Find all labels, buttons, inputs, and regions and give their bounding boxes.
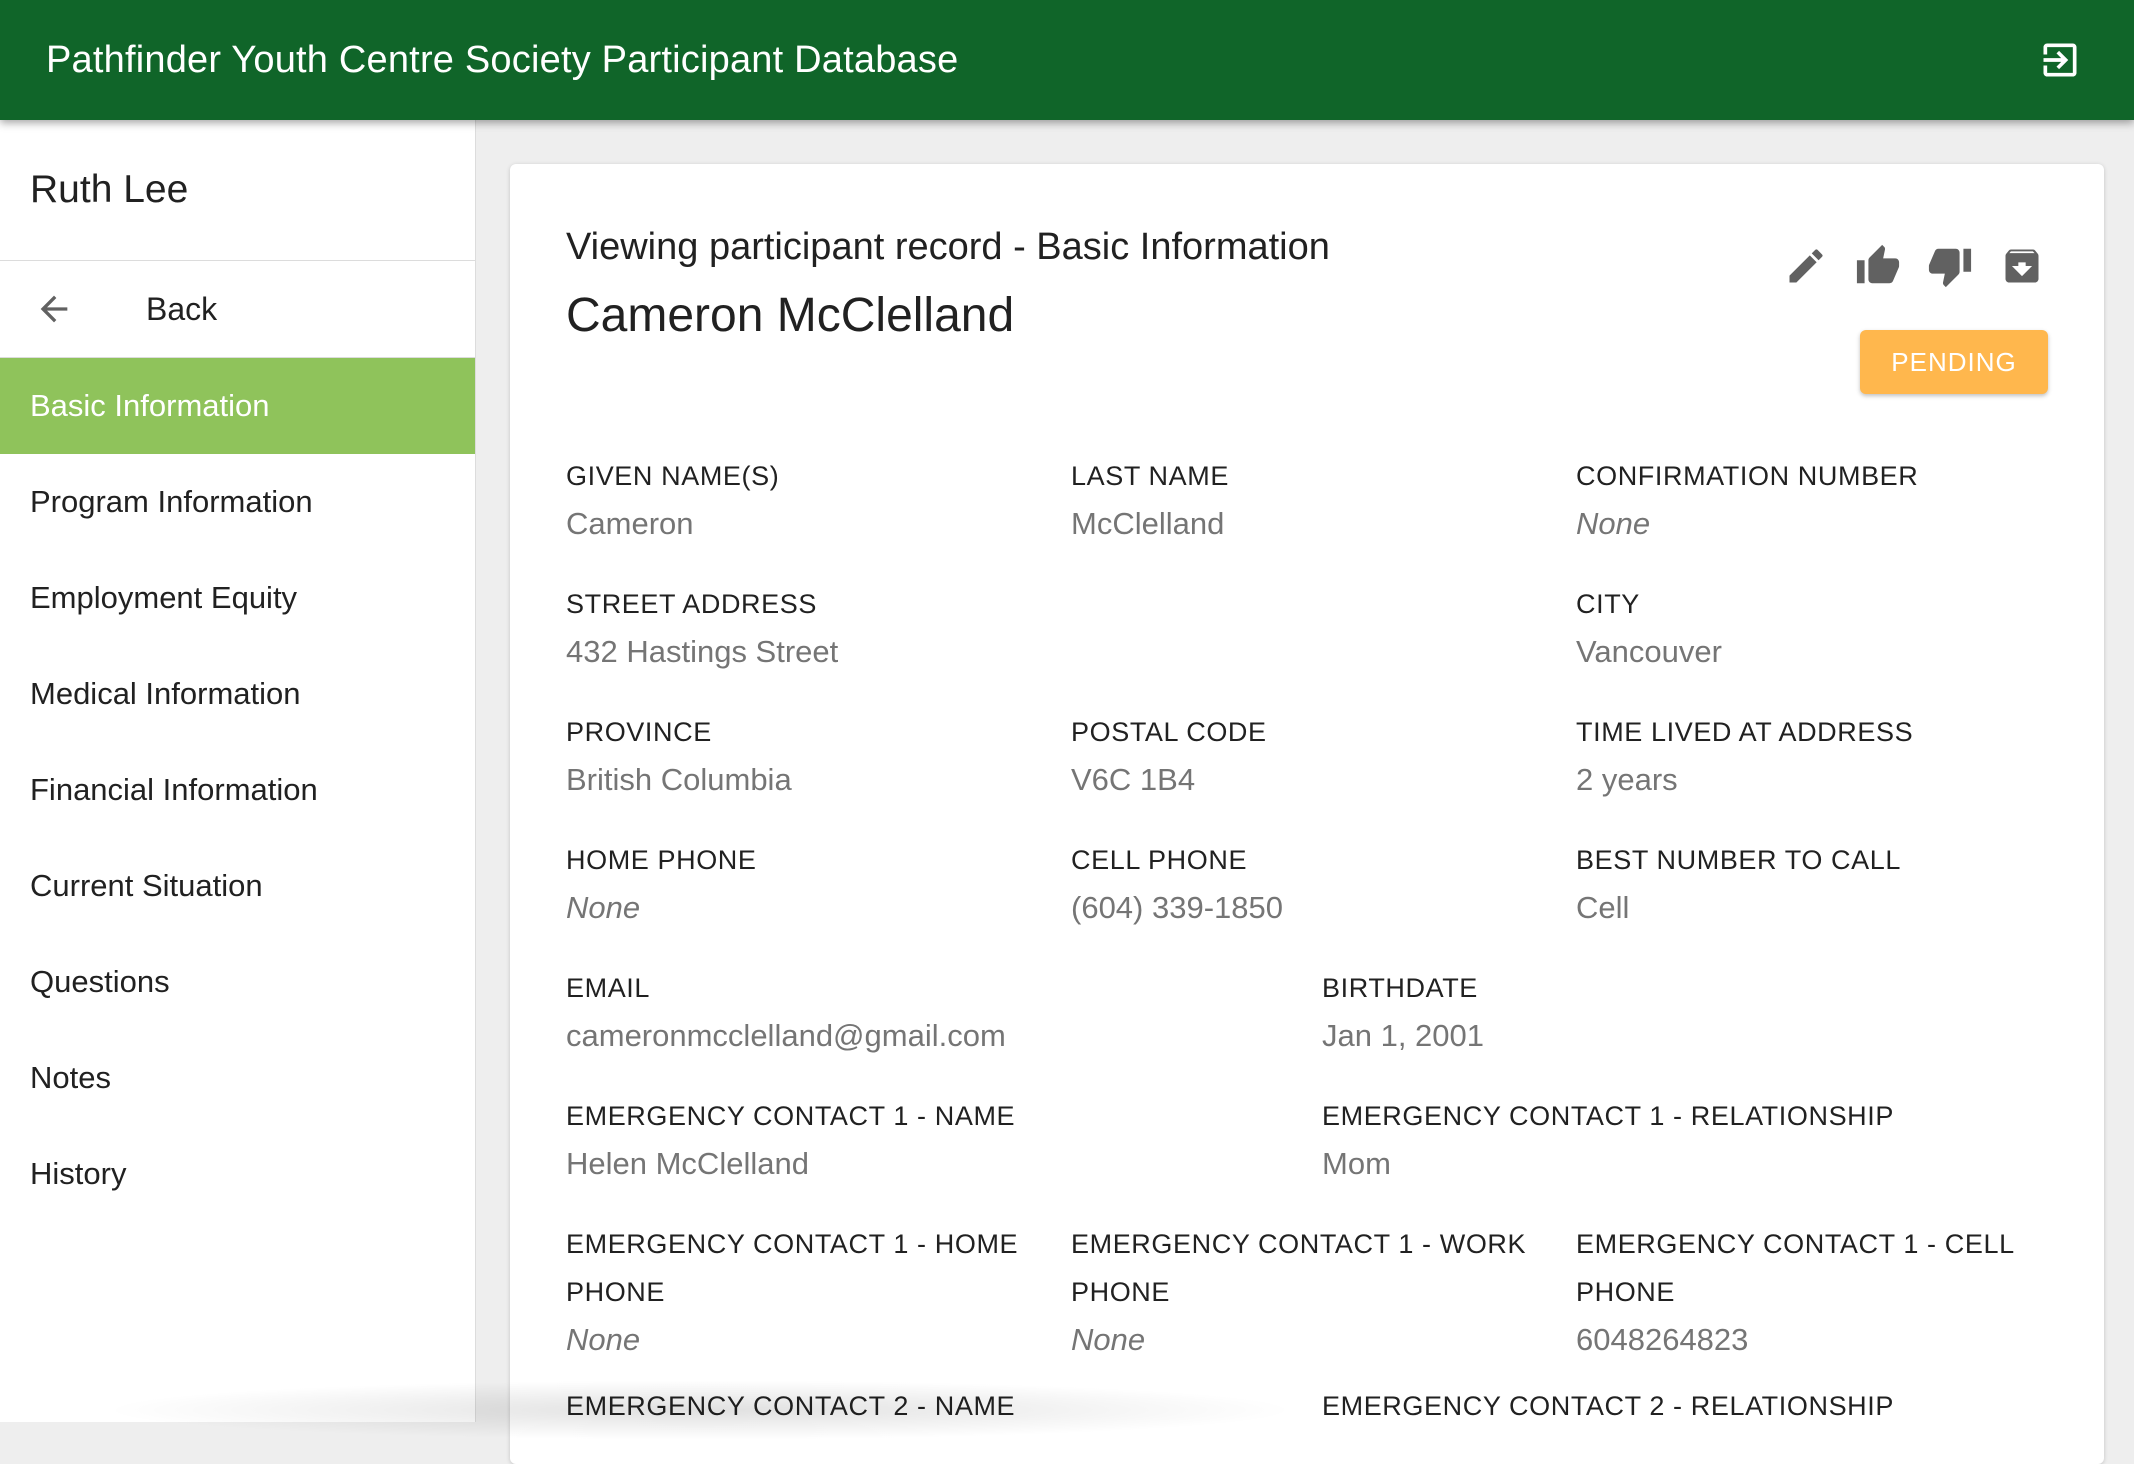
field-value: 2 years (1576, 762, 1678, 797)
field-label: Province (566, 717, 712, 747)
status-badge[interactable]: PENDING (1860, 330, 2048, 394)
field-label: Emergency Contact 1 - Cell Phone (1576, 1229, 2014, 1307)
field-best-number-to-call: Best Number to Call Cell (1576, 836, 2056, 932)
approve-button[interactable] (1852, 240, 1904, 292)
field-postal-code: Postal Code V6C 1B4 (1071, 708, 1551, 804)
reject-button[interactable] (1924, 240, 1976, 292)
nav-item-program-information[interactable]: Program Information (0, 454, 475, 550)
field-value: None (1071, 1322, 1146, 1357)
nav-item-financial-information[interactable]: Financial Information (0, 742, 475, 838)
side-drawer: Ruth Lee Back Basic Information Program … (0, 120, 476, 1422)
field-value: Cell (1576, 890, 1630, 925)
field-emergency-contact-2-name: Emergency Contact 2 - Name (566, 1382, 1266, 1430)
field-value: V6C 1B4 (1071, 762, 1196, 797)
field-emergency-contact-1-work-phone: Emergency Contact 1 - Work Phone None (1071, 1220, 1531, 1364)
app-bar: Pathfinder Youth Centre Society Particip… (0, 0, 2134, 120)
nav-item-questions[interactable]: Questions (0, 934, 475, 1030)
participant-name: Cameron McClelland (566, 289, 1015, 342)
field-confirmation-number: Confirmation Number None (1576, 452, 2056, 548)
field-emergency-contact-1-name: Emergency Contact 1 - Name Helen McClell… (566, 1092, 1266, 1188)
field-value: (604) 339-1850 (1071, 890, 1283, 925)
back-label: Back (146, 290, 218, 327)
field-value: Mom (1322, 1146, 1391, 1181)
field-label: Emergency Contact 1 - Relationship (1322, 1101, 1894, 1131)
field-label: Confirmation Number (1576, 461, 1919, 491)
nav-item-employment-equity[interactable]: Employment Equity (0, 550, 475, 646)
field-label: Time Lived at Address (1576, 717, 1914, 747)
field-emergency-contact-1-cell-phone: Emergency Contact 1 - Cell Phone 6048264… (1576, 1220, 2046, 1364)
arrow-left-icon (40, 295, 68, 323)
field-time-lived-at-address: Time Lived at Address 2 years (1576, 708, 2056, 804)
field-label: Emergency Contact 2 - Name (566, 1391, 1016, 1421)
archive-icon (2005, 249, 2039, 283)
field-label: Street Address (566, 589, 817, 619)
field-value: Helen McClelland (566, 1146, 809, 1181)
field-home-phone: Home Phone None (566, 836, 1046, 932)
field-label: Best Number to Call (1576, 845, 1901, 875)
field-value: Jan 1, 2001 (1322, 1018, 1485, 1053)
field-label: Home Phone (566, 845, 757, 875)
record-actions (1780, 240, 2048, 292)
field-value: cameronmcclelland@gmail.com (566, 1018, 1006, 1053)
field-label: Birthdate (1322, 973, 1478, 1003)
field-value: 432 Hastings Street (566, 634, 839, 669)
field-label: Emergency Contact 1 - Home Phone (566, 1229, 1019, 1307)
nav-item-current-situation[interactable]: Current Situation (0, 838, 475, 934)
back-button[interactable]: Back (0, 261, 475, 358)
field-value: None (1576, 506, 1651, 541)
field-label: Postal Code (1071, 717, 1267, 747)
page-title: Viewing participant record - Basic Infor… (566, 226, 1330, 268)
field-email: Email cameronmcclelland@gmail.com (566, 964, 1266, 1060)
logout-button[interactable] (2032, 32, 2088, 88)
field-value: British Columbia (566, 762, 792, 797)
field-cell-phone: Cell Phone (604) 339-1850 (1071, 836, 1551, 932)
field-city: City Vancouver (1576, 580, 2056, 676)
field-label: Emergency Contact 2 - Relationship (1322, 1391, 1894, 1421)
field-label: Emergency Contact 1 - Name (566, 1101, 1016, 1131)
field-label: Email (566, 973, 651, 1003)
record-card: Viewing participant record - Basic Infor… (510, 164, 2104, 1464)
field-value: Vancouver (1576, 634, 1722, 669)
app-title: Pathfinder Youth Centre Society Particip… (46, 38, 959, 81)
field-emergency-contact-1-home-phone: Emergency Contact 1 - Home Phone None (566, 1220, 1026, 1364)
field-emergency-contact-1-relationship: Emergency Contact 1 - Relationship Mom (1322, 1092, 2022, 1188)
exit-to-app-icon (2043, 43, 2077, 77)
nav-item-notes[interactable]: Notes (0, 1030, 475, 1126)
field-province: Province British Columbia (566, 708, 1046, 804)
nav-item-history[interactable]: History (0, 1126, 475, 1222)
field-label: Last Name (1071, 461, 1229, 491)
field-value: 6048264823 (1576, 1322, 1749, 1357)
field-last-name: Last Name McClelland (1071, 452, 1551, 548)
archive-button[interactable] (1996, 240, 2048, 292)
field-label: City (1576, 589, 1640, 619)
thumb-down-icon (1928, 248, 1972, 288)
field-given-names: Given Name(s) Cameron (566, 452, 1046, 548)
field-label: Given Name(s) (566, 461, 780, 491)
field-value: None (566, 890, 641, 925)
field-label: Emergency Contact 1 - Work Phone (1071, 1229, 1527, 1307)
field-street-address: Street Address 432 Hastings Street (566, 580, 1466, 676)
field-label: Cell Phone (1071, 845, 1248, 875)
field-value: McClelland (1071, 506, 1225, 541)
pencil-icon (1789, 249, 1823, 283)
thumb-up-icon (1856, 244, 1900, 284)
field-birthdate: Birthdate Jan 1, 2001 (1322, 964, 2022, 1060)
field-value: None (566, 1322, 641, 1357)
field-emergency-contact-2-relationship: Emergency Contact 2 - Relationship (1322, 1382, 2022, 1430)
nav-item-medical-information[interactable]: Medical Information (0, 646, 475, 742)
field-value: Cameron (566, 506, 694, 541)
user-name: Ruth Lee (0, 120, 475, 261)
nav-item-basic-information[interactable]: Basic Information (0, 358, 475, 454)
edit-button[interactable] (1780, 240, 1832, 292)
